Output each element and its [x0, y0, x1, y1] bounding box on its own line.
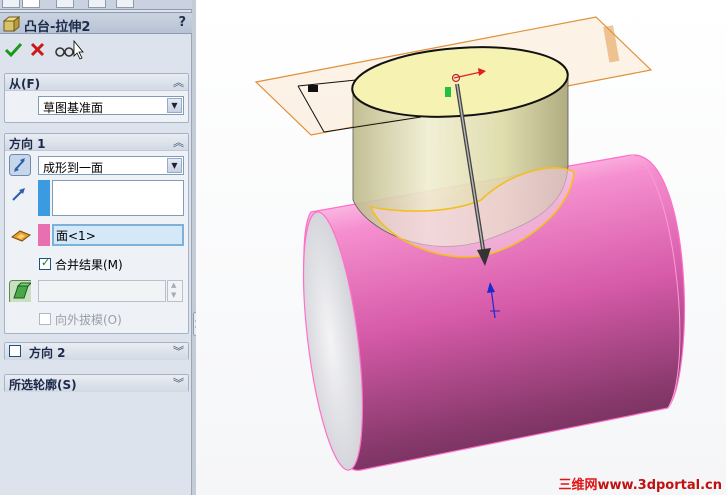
chevron-up-icon[interactable]: ︽: [173, 134, 184, 150]
face-color-swatch: [38, 224, 50, 246]
dimension-arrowhead: [308, 85, 318, 92]
selected-contours-label: 所选轮廓(S): [9, 378, 77, 392]
chevron-down-icon[interactable]: ︾: [173, 343, 184, 359]
origin-marker-icon: [445, 87, 451, 97]
face-ref-item[interactable]: 面<1>: [56, 227, 96, 244]
direction2-checkbox[interactable]: [9, 345, 21, 357]
face-selection-box[interactable]: 面<1>: [52, 224, 184, 246]
watermark-url: www.3dportal.cn: [597, 478, 722, 493]
model-view[interactable]: [196, 0, 726, 495]
end-condition-select[interactable]: 成形到一面 ▼: [38, 156, 184, 175]
ok-checkmark-icon[interactable]: [3, 40, 25, 60]
site-watermark: 三维网www.3dportal.cn: [559, 474, 723, 493]
face-plane-icon: [11, 230, 31, 242]
direction-vector-selection-box[interactable]: [52, 180, 184, 216]
feature-title: 凸台-拉伸2: [24, 20, 91, 35]
cancel-x-icon[interactable]: [27, 40, 49, 60]
extrude-direction-icon: [12, 188, 25, 201]
draft-outward-label[interactable]: 向外拔模(O): [55, 311, 122, 328]
end-condition-value: 成形到一面: [43, 161, 104, 175]
spin-up-icon[interactable]: ▲: [171, 281, 176, 289]
direction2-section-header[interactable]: 方向 2 ︾: [5, 343, 188, 360]
help-button[interactable]: ?: [178, 15, 186, 30]
draft-outward-checkbox[interactable]: [39, 313, 51, 325]
direction1-label: 方向 1: [9, 137, 46, 151]
feature-manager-tab[interactable]: [2, 0, 20, 8]
direction2-label: 方向 2: [29, 346, 66, 360]
start-condition-value: 草图基准面: [43, 101, 104, 115]
chevron-up-icon[interactable]: ︽: [173, 74, 184, 90]
draft-angle-spinner[interactable]: ▲ ▼: [167, 280, 183, 302]
direction1-section-header[interactable]: 方向 1 ︽: [5, 134, 188, 151]
reverse-direction-icon[interactable]: [9, 154, 31, 176]
draft-on-off-icon[interactable]: [9, 280, 31, 302]
from-section-header[interactable]: 从(F) ︽: [5, 74, 188, 91]
merge-result-label[interactable]: 合并结果(M): [55, 256, 123, 273]
property-manager: 凸台-拉伸2 ? 从(F) ︽ 草图基准面 ▼ 方向 1 ︽ 成形到一面 ▼ 面…: [0, 0, 192, 495]
chevron-down-icon[interactable]: ▼: [167, 158, 182, 173]
display-manager-tab[interactable]: [116, 0, 134, 8]
manager-tabs: [0, 0, 192, 10]
configuration-manager-tab[interactable]: [56, 0, 74, 8]
selected-contours-header[interactable]: 所选轮廓(S) ︾: [5, 375, 188, 392]
detailed-preview-glasses-icon[interactable]: [53, 40, 87, 60]
checkmark-icon: ✓: [41, 256, 51, 269]
watermark-cn: 三维网: [558, 478, 598, 493]
selected-contours-section[interactable]: 所选轮廓(S) ︾: [4, 374, 189, 392]
from-section: 从(F) ︽ 草图基准面 ▼: [4, 73, 189, 123]
from-section-label: 从(F): [9, 77, 41, 91]
direction2-section[interactable]: 方向 2 ︾: [4, 342, 189, 360]
merge-result-checkbox[interactable]: ✓: [39, 256, 51, 270]
dimxpert-tab[interactable]: [88, 0, 106, 8]
start-condition-select[interactable]: 草图基准面 ▼: [38, 96, 184, 115]
extrude-boss-icon: [3, 16, 20, 32]
property-manager-tab[interactable]: [22, 0, 40, 8]
direction1-section: 方向 1 ︽ 成形到一面 ▼ 面<1> ✓ 合并结果(M) ▲ ▼ 向外拔模(O…: [4, 133, 189, 334]
graphics-area[interactable]: 三维网www.3dportal.cn: [196, 0, 726, 495]
direction-color-swatch: [38, 180, 50, 216]
draft-angle-input[interactable]: [38, 280, 166, 302]
chevron-down-icon[interactable]: ︾: [173, 375, 184, 391]
chevron-down-icon[interactable]: ▼: [167, 98, 182, 113]
spin-down-icon[interactable]: ▼: [171, 291, 176, 299]
feature-title-bar: 凸台-拉伸2 ?: [0, 12, 192, 35]
